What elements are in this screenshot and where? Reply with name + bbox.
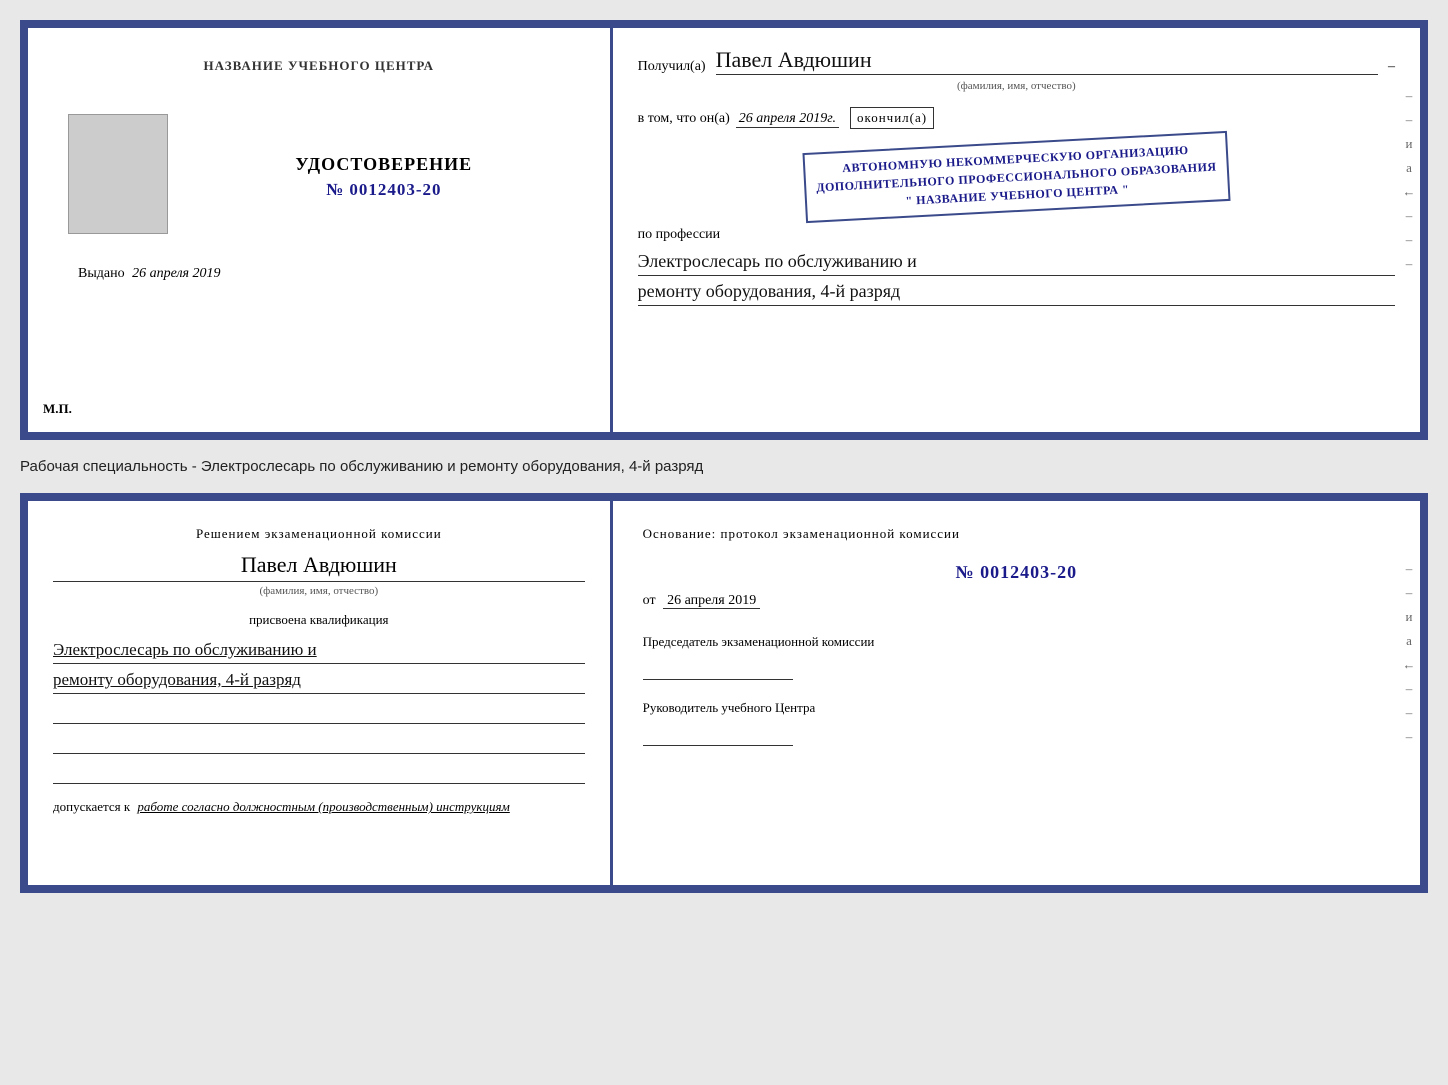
и-char-b: и bbox=[1406, 609, 1413, 625]
chairman-block: Председатель экзаменационной комиссии bbox=[643, 634, 1390, 680]
qualification-line2: ремонту оборудования, 4-й разряд bbox=[53, 666, 585, 694]
recipient-label: Получил(а) bbox=[638, 59, 706, 75]
bottom-document: Решением экзаменационной комиссии Павел … bbox=[20, 493, 1428, 893]
chairman-signature-line bbox=[643, 655, 793, 680]
arrow-char-b: ← bbox=[1403, 657, 1416, 673]
bottom-right-edge: – – и а ← – – – bbox=[1398, 501, 1420, 885]
fio-label-top: (фамилия, имя, отчество) bbox=[638, 80, 1395, 92]
specialty-text: Рабочая специальность - Электрослесарь п… bbox=[20, 450, 1428, 483]
qualification-label: присвоена квалификация bbox=[53, 612, 585, 628]
recipient-line: Получил(а) Павел Авдюшин – bbox=[638, 48, 1395, 75]
profession-line1: Электрослесарь по обслуживанию и bbox=[638, 248, 1395, 276]
date-from-label: от bbox=[643, 593, 656, 608]
bottom-doc-right: Основание: протокол экзаменационной коми… bbox=[613, 501, 1420, 885]
blank-line-2 bbox=[53, 729, 585, 754]
recipient-name: Павел Авдюшин bbox=[716, 48, 1378, 75]
допускается-text: работе согласно должностным (производств… bbox=[137, 799, 509, 814]
person-name-bottom: Павел Авдюшин bbox=[53, 552, 585, 582]
head-label: Руководитель учебного Центра bbox=[643, 700, 1390, 716]
mp-label: М.П. bbox=[43, 401, 72, 417]
blank-line-1 bbox=[53, 699, 585, 724]
chairman-label: Председатель экзаменационной комиссии bbox=[643, 634, 1390, 650]
vtom-date: 26 апреля 2019г. bbox=[736, 111, 839, 128]
resolution-title: Решением экзаменационной комиссии bbox=[53, 526, 585, 542]
допускается-label: допускается к bbox=[53, 799, 130, 814]
cert-number: № 0012403-20 bbox=[326, 180, 442, 200]
а-char-b: а bbox=[1406, 633, 1412, 649]
bottom-doc-left: Решением экзаменационной комиссии Павел … bbox=[28, 501, 613, 885]
profession-label: по профессии bbox=[638, 227, 1395, 243]
dash: – bbox=[1388, 59, 1395, 75]
и-char: и bbox=[1406, 136, 1413, 152]
vtom-label: в том, что он(а) bbox=[638, 111, 730, 127]
top-doc-left: НАЗВАНИЕ УЧЕБНОГО ЦЕНТРА УДОСТОВЕРЕНИЕ №… bbox=[28, 28, 613, 432]
photo-placeholder bbox=[68, 114, 168, 234]
arrow-char: ← bbox=[1403, 184, 1416, 200]
protocol-number: № 0012403-20 bbox=[643, 562, 1390, 583]
qualification-line1: Электрослесарь по обслуживанию и bbox=[53, 636, 585, 664]
training-center-title: НАЗВАНИЕ УЧЕБНОГО ЦЕНТРА bbox=[204, 58, 435, 74]
допускается-block: допускается к работе согласно должностны… bbox=[53, 799, 585, 815]
а-char: а bbox=[1406, 160, 1412, 176]
profession-line2: ремонту оборудования, 4-й разряд bbox=[638, 278, 1395, 306]
top-doc-right: Получил(а) Павел Авдюшин – (фамилия, имя… bbox=[613, 28, 1420, 432]
vtom-row: в том, что он(а) 26 апреля 2019г. окончи… bbox=[638, 107, 1395, 129]
blank-line-3 bbox=[53, 759, 585, 784]
date-value: 26 апреля 2019 bbox=[663, 593, 760, 609]
top-document: НАЗВАНИЕ УЧЕБНОГО ЦЕНТРА УДОСТОВЕРЕНИЕ №… bbox=[20, 20, 1428, 440]
date-line: от 26 апреля 2019 bbox=[643, 593, 1390, 609]
org-stamp: АВТОНОМНУЮ НЕКОММЕРЧЕСКУЮ ОРГАНИЗАЦИЮ ДО… bbox=[802, 131, 1230, 223]
fio-label-bottom: (фамилия, имя, отчество) bbox=[53, 585, 585, 597]
issued-label: Выдано 26 апреля 2019 bbox=[78, 266, 221, 281]
head-block: Руководитель учебного Центра bbox=[643, 700, 1390, 746]
cert-title: УДОСТОВЕРЕНИЕ bbox=[295, 154, 472, 175]
issued-date: 26 апреля 2019 bbox=[132, 266, 220, 281]
right-edge-decoration: – – и а ← – – – bbox=[1398, 28, 1420, 432]
osnov-title: Основание: протокол экзаменационной коми… bbox=[643, 526, 1390, 542]
head-signature-line bbox=[643, 721, 793, 746]
okonchil-label: окончил(а) bbox=[850, 107, 934, 129]
page-wrapper: НАЗВАНИЕ УЧЕБНОГО ЦЕНТРА УДОСТОВЕРЕНИЕ №… bbox=[20, 20, 1428, 893]
